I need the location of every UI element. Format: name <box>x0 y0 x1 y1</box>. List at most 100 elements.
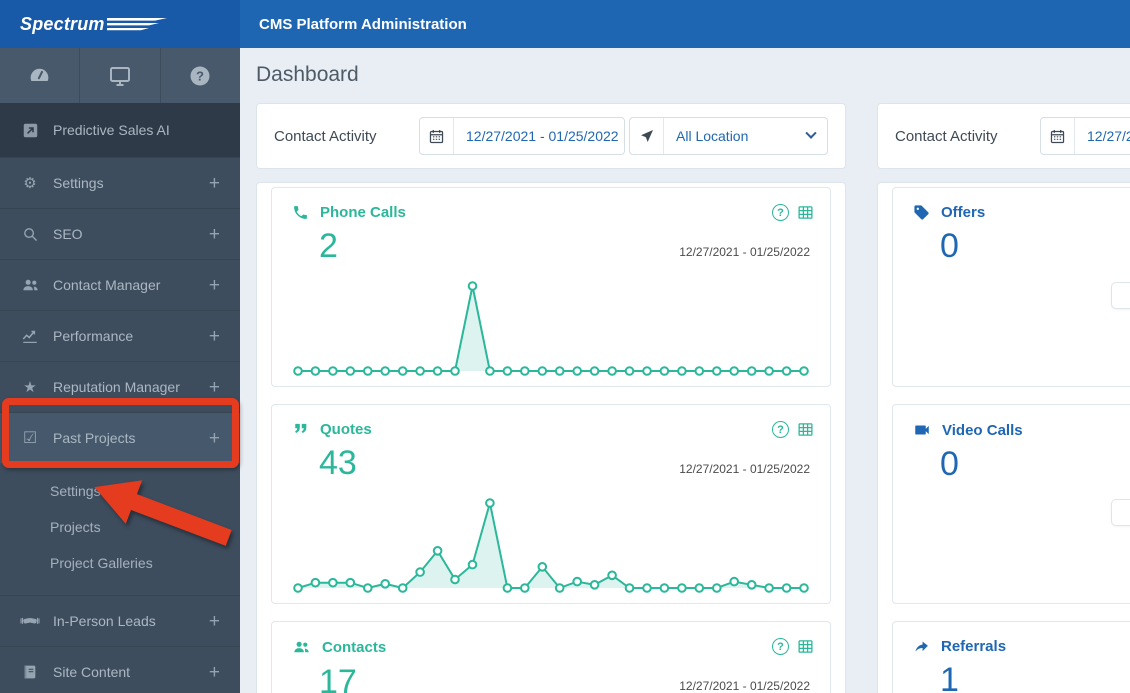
referrals-card: Referrals 1 <box>892 621 1130 693</box>
sidebar-item-reputation-manager[interactable]: ★ Reputation Manager + <box>0 361 240 412</box>
card-date-range: 12/27/2021 - 01/25/2022 <box>679 245 810 259</box>
sidebar-item-performance[interactable]: Performance + <box>0 310 240 361</box>
help-button[interactable]: ? <box>161 48 240 103</box>
expand-plus-icon[interactable]: + <box>209 663 220 682</box>
submenu-item-project-galleries[interactable]: Project Galleries <box>0 545 240 581</box>
calendar-icon <box>429 129 444 143</box>
contact-activity-filter-left: Contact Activity 12/27/2021 - 01/25/2022 <box>256 103 846 169</box>
quotes-card: Quotes ? 43 12/27/2021 - 01/25/2022 <box>271 404 831 604</box>
sidebar-item-label: In-Person Leads <box>53 613 156 629</box>
topbar: CMS Platform Administration <box>240 0 1130 48</box>
card-title: Offers <box>941 204 986 221</box>
gear-icon: ⚙ <box>23 175 37 192</box>
date-range-field[interactable]: 12/27/2021 - 01/25/2022 <box>1075 128 1130 144</box>
dashboard-columns: Contact Activity 12/27/2021 - 01/25/2022 <box>256 103 1130 693</box>
sidebar-quick-icons: ? <box>0 48 240 103</box>
left-cards-wrapper: Phone Calls ? 2 12/27/2021 - 01/25/2022 <box>256 182 846 693</box>
contacts-users-icon <box>294 641 309 653</box>
left-column: Contact Activity 12/27/2021 - 01/25/2022 <box>256 103 846 693</box>
location-picker: All Location <box>629 117 828 155</box>
brand-swoosh-icon <box>106 18 167 31</box>
main-content: Dashboard Contact Activity 12/27/2021 - … <box>240 48 1130 693</box>
monitor-icon <box>109 66 130 86</box>
users-icon <box>20 276 40 295</box>
brand-logo[interactable]: Spectrum <box>0 0 240 48</box>
sidebar-item-label: Settings <box>53 175 104 191</box>
expand-plus-icon[interactable]: + <box>209 276 220 295</box>
check-square-icon: ☑ <box>22 430 38 447</box>
clipped-button[interactable] <box>1111 499 1130 526</box>
card-value: 1 <box>940 661 959 693</box>
table-view-icon[interactable] <box>797 638 814 655</box>
phone-calls-card: Phone Calls ? 2 12/27/2021 - 01/25/2022 <box>271 187 831 387</box>
date-range-field[interactable]: 12/27/2021 - 01/25/2022 <box>454 128 624 144</box>
search-icon <box>20 226 40 243</box>
card-header: Contacts <box>292 638 810 657</box>
expand-plus-icon[interactable]: + <box>209 612 220 631</box>
card-header: Video Calls <box>913 421 1130 439</box>
calendar-icon <box>1050 129 1065 143</box>
gauge-icon <box>30 68 49 82</box>
dashboard-gauge-button[interactable] <box>0 48 81 103</box>
submenu-item-settings[interactable]: Settings <box>0 473 240 509</box>
phone-icon <box>294 206 307 219</box>
location-arrow-icon <box>640 130 653 142</box>
contacts-card: Contacts ? 17 12/27/2021 - 01/25/2022 <box>271 621 831 693</box>
book-icon <box>20 664 40 680</box>
expand-plus-icon[interactable]: + <box>209 225 220 244</box>
svg-text:?: ? <box>196 68 204 83</box>
card-title: Quotes <box>320 421 372 438</box>
star-icon: ★ <box>23 379 37 396</box>
filter-title: Contact Activity <box>274 127 377 145</box>
card-date-range: 12/27/2021 - 01/25/2022 <box>679 462 810 476</box>
calendar-button[interactable] <box>420 118 454 154</box>
sidebar-item-label: Reputation Manager <box>53 379 180 395</box>
monitor-button[interactable] <box>80 48 161 103</box>
help-circle-icon[interactable]: ? <box>772 204 789 221</box>
share-arrow-icon <box>915 641 928 652</box>
sidebar: Spectrum ? Predictive Sales AI ⚙ Setting… <box>0 0 240 693</box>
brand-logo-text: Spectrum <box>20 13 105 34</box>
card-header: Phone Calls <box>292 204 810 221</box>
sidebar-item-site-content[interactable]: Site Content + <box>0 646 240 693</box>
right-cards-wrapper: Offers 0 Video Calls 0 Referrals 1 <box>877 182 1130 693</box>
external-link-icon <box>20 122 40 139</box>
submenu-item-projects[interactable]: Projects <box>0 509 240 545</box>
sidebar-item-in-person-leads[interactable]: In-Person Leads + <box>0 595 240 646</box>
expand-plus-icon[interactable]: + <box>209 378 220 397</box>
card-tools: ? <box>772 638 814 655</box>
tag-icon <box>914 205 929 220</box>
card-title: Referrals <box>941 638 1007 655</box>
table-view-icon[interactable] <box>797 204 814 221</box>
location-selected-value: All Location <box>676 128 749 144</box>
sidebar-item-past-projects[interactable]: ☑ Past Projects + <box>0 412 240 463</box>
card-header: Referrals <box>913 638 1130 655</box>
location-button[interactable] <box>630 118 664 154</box>
sidebar-item-predictive-sales-ai[interactable]: Predictive Sales AI <box>0 103 240 157</box>
clipped-button[interactable] <box>1111 282 1130 309</box>
calendar-button[interactable] <box>1041 118 1075 154</box>
date-range-picker: 12/27/2021 - 01/25/2022 <box>1040 117 1130 155</box>
sidebar-item-label: Past Projects <box>53 430 136 446</box>
video-calls-card: Video Calls 0 <box>892 404 1130 604</box>
expand-plus-icon[interactable]: + <box>209 429 220 448</box>
filter-title: Contact Activity <box>895 127 998 145</box>
quotes-icon <box>295 423 307 434</box>
sidebar-item-settings[interactable]: ⚙ Settings + <box>0 157 240 208</box>
card-value: 0 <box>940 227 959 265</box>
sidebar-item-seo[interactable]: SEO + <box>0 208 240 259</box>
app-window: Spectrum ? Predictive Sales AI ⚙ Setting… <box>0 0 1130 693</box>
handshake-icon <box>20 611 40 631</box>
card-date-range: 12/27/2021 - 01/25/2022 <box>679 679 810 693</box>
card-header: Offers <box>913 204 1130 221</box>
card-title: Contacts <box>322 639 387 656</box>
expand-plus-icon[interactable]: + <box>209 327 220 346</box>
location-select[interactable]: All Location <box>664 118 827 154</box>
sidebar-item-contact-manager[interactable]: Contact Manager + <box>0 259 240 310</box>
help-circle-icon[interactable]: ? <box>772 638 789 655</box>
expand-plus-icon[interactable]: + <box>209 174 220 193</box>
quotes-sparkline <box>292 495 810 595</box>
table-view-icon[interactable] <box>797 421 814 438</box>
help-circle-icon[interactable]: ? <box>772 421 789 438</box>
page-title: Dashboard <box>256 63 359 86</box>
